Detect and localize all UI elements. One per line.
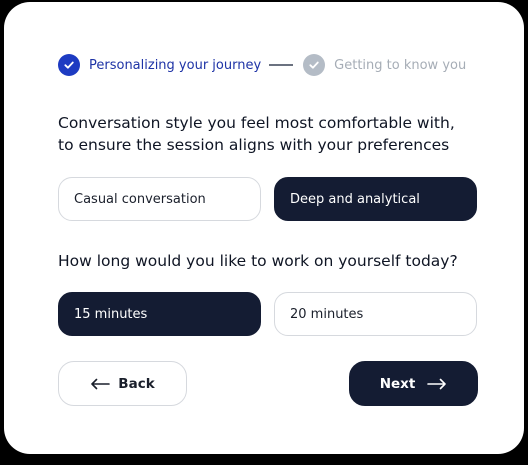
style-question-line-1: Conversation style you feel most comfort… [58,114,455,132]
option-casual-conversation[interactable]: Casual conversation [58,177,261,221]
back-button[interactable]: Back [58,361,187,406]
step-label-getting-to-know: Getting to know you [334,57,467,73]
arrow-left-icon [90,378,111,390]
option-label: 15 minutes [74,306,148,322]
option-label: 20 minutes [290,306,364,322]
duration-question: How long would you like to work on yours… [58,252,458,270]
onboarding-card: Personalizing your journey Getting to kn… [4,2,524,454]
check-circle-icon [58,54,80,76]
style-question: Conversation style you feel most comfort… [58,112,455,156]
option-deep-and-analytical[interactable]: Deep and analytical [274,177,477,221]
arrow-right-icon [427,378,447,390]
step-connector [269,64,294,66]
option-label: Deep and analytical [290,191,420,207]
option-15-minutes[interactable]: 15 minutes [58,292,261,336]
next-button[interactable]: Next [349,361,478,406]
option-label: Casual conversation [74,191,206,207]
next-button-label: Next [379,375,416,392]
check-badge-icon [303,54,326,76]
back-button-label: Back [118,375,155,392]
option-20-minutes[interactable]: 20 minutes [274,292,477,336]
style-question-line-2: to ensure the session aligns with your p… [58,136,450,154]
progress-stepper: Personalizing your journey Getting to kn… [58,53,466,77]
step-label-personalizing: Personalizing your journey [89,57,262,73]
